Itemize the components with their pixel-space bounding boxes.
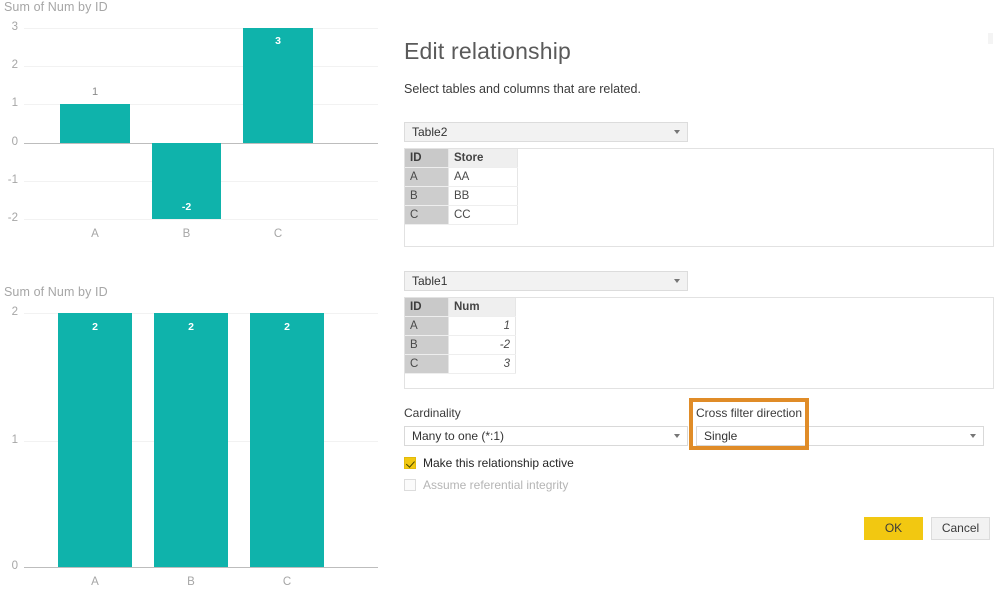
bar-value-label-c: 3 — [275, 35, 281, 47]
column-header-id[interactable]: ID — [405, 149, 449, 168]
x-tick-label: A — [91, 576, 99, 588]
table-row[interactable]: C CC — [405, 205, 518, 225]
cancel-button[interactable]: Cancel — [931, 517, 990, 540]
bar-value-label-c: 2 — [284, 321, 290, 333]
table-header-row: ID Num — [405, 298, 516, 317]
column-header-num[interactable]: Num — [448, 298, 516, 317]
table-header-row: ID Store — [405, 149, 518, 168]
unchecked-checkbox-icon — [404, 479, 416, 491]
chart-plot-area-2: 2 1 0 2 2 2 A B C — [0, 285, 390, 595]
make-relationship-active-label: Make this relationship active — [423, 456, 574, 470]
y-tick-label: 2 — [11, 306, 18, 318]
column-header-id[interactable]: ID — [405, 298, 449, 317]
table-row[interactable]: A 1 — [405, 316, 516, 336]
cell-id: B — [405, 335, 449, 355]
bar-value-label-a: 2 — [92, 321, 98, 333]
gridline — [24, 28, 378, 29]
table-row[interactable]: C 3 — [405, 354, 516, 374]
table-row[interactable]: B -2 — [405, 335, 516, 355]
y-tick-label: 3 — [11, 21, 18, 33]
bar-a[interactable] — [60, 104, 130, 143]
cardinality-value: Many to one (*:1) — [412, 429, 505, 443]
table-two-preview[interactable]: ID Num A 1 B -2 C 3 — [404, 297, 994, 389]
checked-checkbox-icon[interactable] — [404, 457, 416, 469]
y-tick-label: 0 — [11, 560, 18, 572]
x-tick-label: B — [182, 228, 191, 240]
cell-id: C — [405, 354, 449, 374]
assume-referential-integrity-checkbox-row: Assume referential integrity — [404, 478, 568, 492]
cell-store: AA — [448, 167, 518, 187]
table-row[interactable]: B BB — [405, 186, 518, 206]
cell-num: 1 — [448, 316, 516, 336]
cell-id: A — [405, 316, 449, 336]
x-tick-label: A — [91, 228, 99, 240]
cross-filter-direction-value: Single — [704, 429, 738, 443]
bar-chart-visual-1[interactable]: Sum of Num by ID 3 2 1 0 -1 -2 1 -2 3 A … — [0, 0, 390, 255]
table-one-preview[interactable]: ID Store A AA B BB C CC — [404, 148, 994, 247]
assume-referential-integrity-label: Assume referential integrity — [423, 478, 569, 492]
table-two-dropdown[interactable]: Table1 — [404, 271, 688, 291]
edit-relationship-dialog: Edit relationship Select tables and colu… — [390, 0, 998, 595]
table-one-dropdown[interactable]: Table2 — [404, 122, 688, 142]
cross-filter-direction-dropdown[interactable]: Single — [696, 426, 984, 446]
bar-value-label-a: 1 — [91, 86, 99, 98]
chevron-down-icon — [970, 434, 976, 438]
x-tick-label: C — [273, 228, 283, 240]
chart-plot-area-1: 3 2 1 0 -1 -2 1 -2 3 A B C — [0, 0, 390, 255]
y-tick-label: 2 — [11, 59, 18, 71]
report-pane: Sum of Num by ID 3 2 1 0 -1 -2 1 -2 3 A … — [0, 0, 390, 595]
bar-chart-visual-2[interactable]: Sum of Num by ID 2 1 0 2 2 2 A B C — [0, 285, 390, 595]
cell-store: BB — [448, 186, 518, 206]
cell-id: A — [405, 167, 449, 187]
chevron-down-icon — [674, 279, 680, 283]
cell-num: -2 — [448, 335, 516, 355]
y-tick-label: 1 — [11, 434, 18, 446]
cell-id: B — [405, 186, 449, 206]
bar-value-label-b: 2 — [188, 321, 194, 333]
zero-axis-line — [24, 567, 378, 568]
cell-num: 3 — [448, 354, 516, 374]
make-relationship-active-checkbox-row[interactable]: Make this relationship active — [404, 456, 574, 470]
gridline — [24, 66, 378, 67]
bar-a[interactable] — [58, 313, 132, 567]
table-one-dropdown-value: Table2 — [412, 125, 448, 139]
dialog-title: Edit relationship — [404, 38, 572, 64]
table-two-dropdown-value: Table1 — [412, 274, 448, 288]
bar-c[interactable] — [250, 313, 324, 567]
cell-id: C — [405, 205, 449, 225]
x-tick-label: C — [282, 576, 292, 588]
cross-filter-direction-label: Cross filter direction — [696, 406, 803, 420]
bar-b[interactable] — [154, 313, 228, 567]
y-tick-label: 1 — [11, 97, 18, 109]
table-two-preview-table: ID Num A 1 B -2 C 3 — [405, 298, 516, 374]
edge-artifact — [988, 33, 993, 44]
cardinality-label: Cardinality — [404, 406, 461, 420]
cell-store: CC — [448, 205, 518, 225]
gridline — [24, 219, 378, 220]
y-tick-label: -2 — [7, 212, 18, 224]
chevron-down-icon — [674, 130, 680, 134]
table-row[interactable]: A AA — [405, 167, 518, 187]
bar-value-label-b: -2 — [181, 201, 192, 213]
cardinality-dropdown[interactable]: Many to one (*:1) — [404, 426, 688, 446]
y-tick-label: 0 — [11, 136, 18, 148]
chevron-down-icon — [674, 434, 680, 438]
dialog-subtitle: Select tables and columns that are relat… — [404, 82, 641, 96]
column-header-store[interactable]: Store — [448, 149, 518, 168]
ok-button[interactable]: OK — [864, 517, 923, 540]
y-tick-label: -1 — [7, 174, 18, 186]
x-tick-label: B — [187, 576, 195, 588]
table-one-preview-table: ID Store A AA B BB C CC — [405, 149, 518, 225]
